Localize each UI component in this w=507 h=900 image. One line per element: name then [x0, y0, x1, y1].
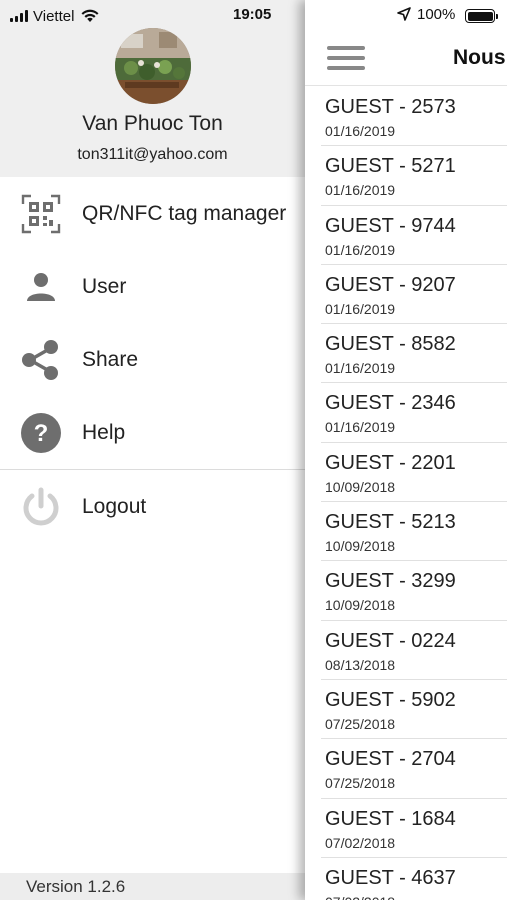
list-item[interactable]: GUEST - 4637 07/02/2018: [321, 858, 507, 900]
list-item[interactable]: GUEST - 9744 01/16/2019: [321, 206, 507, 265]
menu-item-qr-nfc[interactable]: QR/NFC tag manager: [0, 177, 305, 250]
drawer-header: Viettel 19:05 Van Phuoc Ton ton311it@yah…: [0, 0, 305, 177]
guest-name: GUEST - 2704: [325, 748, 456, 771]
menu-item-label: User: [82, 274, 127, 298]
hamburger-menu-icon[interactable]: [327, 42, 367, 74]
guest-date: 10/09/2018: [325, 478, 396, 495]
list-item[interactable]: GUEST - 2201 10/09/2018: [321, 443, 507, 503]
guest-name: GUEST - 9207: [325, 273, 456, 296]
menu-item-share[interactable]: Share: [0, 323, 305, 396]
guest-date: 01/16/2019: [325, 123, 396, 139]
status-time: 19:05: [233, 6, 272, 23]
guest-date: 07/25/2018: [325, 715, 396, 732]
list-item[interactable]: GUEST - 9207 01/16/2019: [321, 265, 507, 325]
location-arrow-icon: [397, 7, 411, 21]
menu-item-help[interactable]: ? Help: [0, 396, 305, 469]
guest-date: 10/09/2018: [325, 597, 396, 614]
guest-name: GUEST - 5271: [325, 155, 456, 178]
guest-date: 01/16/2019: [325, 300, 396, 317]
list-item[interactable]: GUEST - 1684 07/02/2018: [321, 799, 507, 858]
list-item[interactable]: GUEST - 0224 08/13/2018: [321, 621, 507, 680]
menu-item-label: Help: [82, 420, 126, 444]
svg-text:?: ?: [34, 420, 49, 447]
guest-name: GUEST - 5902: [325, 688, 456, 711]
guest-name: GUEST - 1684: [325, 807, 456, 830]
guest-date: 01/16/2019: [325, 241, 396, 258]
list-item[interactable]: GUEST - 3299 10/09/2018: [321, 561, 507, 621]
power-icon: [20, 486, 62, 528]
list-item[interactable]: GUEST - 2704 07/25/2018: [321, 739, 507, 799]
guest-name: GUEST - 3299: [325, 570, 456, 593]
battery-icon: [465, 9, 495, 23]
guest-date: 01/16/2019: [325, 360, 396, 377]
navigation-drawer: Viettel 19:05 Van Phuoc Ton ton311it@yah…: [0, 0, 305, 900]
guest-date: 07/02/2018: [325, 834, 396, 851]
list-item[interactable]: GUEST - 5213 10/09/2018: [321, 502, 507, 562]
menu-item-label: QR/NFC tag manager: [82, 201, 287, 225]
guest-name: GUEST - 9744: [325, 214, 456, 237]
list-item[interactable]: GUEST - 2346 01/16/2019: [321, 383, 507, 443]
guest-name: GUEST - 8582: [325, 333, 456, 356]
share-icon: [20, 339, 62, 381]
menu-item-label: Share: [82, 347, 139, 371]
qr-code-icon: [20, 193, 62, 235]
guest-date: 10/09/2018: [325, 538, 396, 555]
menu-item-logout[interactable]: Logout: [0, 470, 305, 543]
drawer-menu: QR/NFC tag manager User Share ? Help Log…: [0, 177, 305, 543]
guest-date: 07/25/2018: [325, 775, 396, 792]
menu-item-user[interactable]: User: [0, 250, 305, 323]
avatar-photo: [115, 28, 191, 104]
main-panel: 100% Nous GUEST - 2573 01/16/2019 GUEST - …: [305, 0, 507, 900]
avatar[interactable]: [115, 28, 191, 104]
wifi-icon: [81, 9, 99, 22]
profile-email: ton311it@yahoo.com: [77, 146, 228, 163]
guest-date: 08/13/2018: [325, 656, 396, 673]
list-item[interactable]: GUEST - 8582 01/16/2019: [321, 324, 507, 384]
guest-date: 01/16/2019: [325, 182, 396, 199]
guest-date: 01/16/2019: [325, 419, 396, 436]
guest-list: GUEST - 2573 01/16/2019 GUEST - 5271 01/16/…: [305, 87, 507, 900]
status-bar-right: 100%: [305, 6, 507, 26]
guest-name: GUEST - 2201: [325, 451, 456, 474]
version-bar: Version 1.2.6: [0, 873, 305, 900]
guest-name: GUEST - 0224: [325, 629, 456, 652]
status-bar-left: Viettel: [10, 6, 100, 26]
guest-name: GUEST - 2573: [325, 96, 456, 118]
navigation-bar: Nous: [305, 28, 507, 86]
user-icon: [20, 266, 62, 308]
guest-name: GUEST - 4637: [325, 866, 456, 889]
carrier-name: Viettel: [33, 7, 75, 25]
signal-icon: [10, 10, 28, 22]
page-title: Nous: [453, 46, 506, 69]
guest-name: GUEST - 2346: [325, 392, 456, 415]
list-item[interactable]: GUEST - 5902 07/25/2018: [321, 680, 507, 740]
list-item[interactable]: GUEST - 2573 01/16/2019: [321, 87, 507, 147]
battery-percent: 100%: [417, 6, 456, 23]
help-icon: ?: [20, 412, 62, 454]
guest-date: 07/02/2018: [325, 894, 395, 900]
menu-item-label: Logout: [82, 494, 147, 518]
battery-tip: [496, 14, 498, 19]
list-item[interactable]: GUEST - 5271 01/16/2019: [321, 146, 507, 206]
profile-name: Van Phuoc Ton: [82, 112, 223, 135]
app-version: Version 1.2.6: [26, 877, 126, 896]
guest-name: GUEST - 5213: [325, 511, 456, 534]
